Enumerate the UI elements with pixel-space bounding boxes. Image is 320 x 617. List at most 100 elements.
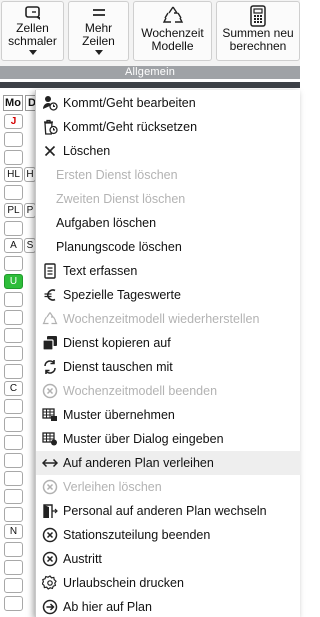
circle-arrow-right-icon bbox=[40, 597, 60, 617]
grid-cell[interactable] bbox=[4, 310, 23, 325]
menu-item-label: Wochenzeitmodell beenden bbox=[63, 384, 218, 398]
grid-cell[interactable] bbox=[4, 596, 23, 611]
menu-item-reset-in-out[interactable]: Kommt/Geht rücksetzen bbox=[36, 115, 301, 139]
grid-cell[interactable] bbox=[4, 489, 23, 504]
menu-item-delete-first-shift[interactable]: Ersten Dienst löschen bbox=[36, 163, 301, 187]
grid-cell[interactable] bbox=[4, 471, 23, 486]
grid-cell[interactable]: A bbox=[4, 238, 23, 253]
divider bbox=[0, 82, 300, 88]
column-header-mo: Mo bbox=[3, 95, 23, 111]
menu-item-label: Urlaubschein drucken bbox=[63, 576, 184, 590]
menu-item-print-leave-form[interactable]: Urlaubschein drucken bbox=[36, 571, 301, 595]
toolbar-group-bar: Allgemein bbox=[0, 66, 300, 79]
circle-x-icon bbox=[40, 549, 60, 569]
menu-item-apply-pattern[interactable]: Muster übernehmen bbox=[36, 403, 301, 427]
grid-cell[interactable] bbox=[4, 185, 23, 200]
grid-cell[interactable] bbox=[4, 364, 23, 379]
chevron-down-icon bbox=[94, 50, 103, 55]
menu-item-label: Ab hier auf Plan bbox=[63, 600, 152, 614]
menu-item-delete-second-shift[interactable]: Zweiten Dienst löschen bbox=[36, 187, 301, 211]
narrow-cells-button[interactable]: Zellen schmaler bbox=[1, 1, 64, 61]
menu-item-edit-in-out[interactable]: Kommt/Geht bearbeiten bbox=[36, 91, 301, 115]
narrow-cells-icon bbox=[23, 4, 43, 22]
swap-icon bbox=[40, 357, 60, 377]
grid-cell[interactable] bbox=[4, 132, 23, 147]
grid-cell[interactable] bbox=[4, 578, 23, 593]
menu-item-enter-text[interactable]: Text erfassen bbox=[36, 259, 301, 283]
grid-cell[interactable] bbox=[4, 346, 23, 361]
circle-x-icon bbox=[40, 381, 60, 401]
grid-cell[interactable]: PL bbox=[4, 203, 23, 218]
menu-item-label: Ersten Dienst löschen bbox=[56, 168, 178, 182]
pattern-dialog-icon bbox=[40, 429, 60, 449]
grid-cell[interactable] bbox=[4, 328, 23, 343]
menu-item-label: Kommt/Geht bearbeiten bbox=[63, 96, 196, 110]
grid-cell[interactable]: HL bbox=[4, 167, 23, 182]
circle-x-icon bbox=[40, 477, 60, 497]
ribbon-toolbar: Zellen schmaler Mehr Zeilen Wochenzeit M… bbox=[0, 0, 300, 66]
week-time-models-label-2: Modelle bbox=[151, 39, 194, 53]
menu-item-label: Dienst kopieren auf bbox=[63, 336, 171, 350]
menu-item-delete-planning-code[interactable]: Planungscode löschen bbox=[36, 235, 301, 259]
grid-cell[interactable] bbox=[4, 542, 23, 557]
recycle-icon bbox=[40, 309, 60, 329]
grid-cell[interactable]: N bbox=[4, 524, 23, 539]
menu-item-copy-shift[interactable]: Dienst kopieren auf bbox=[36, 331, 301, 355]
more-rows-button[interactable]: Mehr Zeilen bbox=[68, 1, 129, 61]
menu-item-exit[interactable]: Austritt bbox=[36, 547, 301, 571]
gear-badge-icon bbox=[40, 573, 60, 593]
week-time-models-button[interactable]: Wochenzeit Modelle bbox=[133, 1, 212, 61]
close-icon bbox=[40, 141, 60, 161]
grid-cell[interactable] bbox=[4, 150, 23, 165]
narrow-cells-label-2: schmaler bbox=[8, 34, 57, 48]
menu-item-pattern-dialog[interactable]: Muster über Dialog eingeben bbox=[36, 427, 301, 451]
menu-item-special-day-values[interactable]: Spezielle Tageswerte bbox=[36, 283, 301, 307]
more-rows-icon bbox=[91, 4, 107, 22]
grid-cell[interactable] bbox=[4, 507, 23, 522]
recycle-icon bbox=[162, 5, 184, 27]
calculator-icon bbox=[249, 5, 267, 27]
recalculate-sums-button[interactable]: Summen neu berechnen bbox=[216, 1, 300, 61]
arrows-horizontal-icon bbox=[40, 453, 60, 473]
menu-item-label: Verleihen löschen bbox=[63, 480, 162, 494]
menu-item-label: Kommt/Geht rücksetzen bbox=[63, 120, 198, 134]
menu-item-label: Aufgaben löschen bbox=[56, 216, 157, 230]
door-exit-icon bbox=[40, 501, 60, 521]
trash-clock-icon bbox=[40, 117, 60, 137]
menu-item-label: Text erfassen bbox=[63, 264, 138, 278]
grid-cell[interactable] bbox=[4, 399, 23, 414]
grid-cell[interactable] bbox=[4, 453, 23, 468]
menu-item-label: Wochenzeitmodell wiederherstellen bbox=[63, 312, 260, 326]
menu-item-delete-tasks[interactable]: Aufgaben löschen bbox=[36, 211, 301, 235]
grid-cell[interactable]: J bbox=[4, 114, 23, 129]
grid-cell[interactable]: C bbox=[4, 381, 23, 396]
menu-item-label: Zweiten Dienst löschen bbox=[56, 192, 186, 206]
menu-item-delete[interactable]: Löschen bbox=[36, 139, 301, 163]
grid-cell[interactable] bbox=[4, 417, 23, 432]
menu-item-delete-lending[interactable]: Verleihen löschen bbox=[36, 475, 301, 499]
menu-item-label: Auf anderen Plan verleihen bbox=[63, 456, 214, 470]
menu-item-restore-week-model[interactable]: Wochenzeitmodell wiederherstellen bbox=[36, 307, 301, 331]
menu-item-from-here-on-plan[interactable]: Ab hier auf Plan bbox=[36, 595, 301, 617]
menu-item-label: Muster über Dialog eingeben bbox=[63, 432, 224, 446]
grid-cell[interactable] bbox=[4, 256, 23, 271]
grid-cell[interactable] bbox=[4, 292, 23, 307]
menu-item-end-station-assignment[interactable]: Stationszuteilung beenden bbox=[36, 523, 301, 547]
grid-cell[interactable] bbox=[4, 435, 23, 450]
recalculate-sums-label-2: berechnen bbox=[229, 39, 287, 53]
menu-item-lend-to-plan[interactable]: Auf anderen Plan verleihen bbox=[36, 451, 301, 475]
toolbar-group-label: Allgemein bbox=[124, 66, 176, 78]
grid-cell[interactable]: U bbox=[4, 274, 23, 289]
pattern-icon bbox=[40, 405, 60, 425]
menu-item-label: Muster übernehmen bbox=[63, 408, 175, 422]
menu-item-transfer-staff[interactable]: Personal auf anderen Plan wechseln bbox=[36, 499, 301, 523]
menu-item-end-week-model[interactable]: Wochenzeitmodell beenden bbox=[36, 379, 301, 403]
menu-item-label: Stationszuteilung beenden bbox=[63, 528, 211, 542]
grid-cell[interactable] bbox=[4, 560, 23, 575]
menu-item-swap-shift[interactable]: Dienst tauschen mit bbox=[36, 355, 301, 379]
chevron-down-icon bbox=[28, 50, 37, 55]
menu-item-label: Dienst tauschen mit bbox=[63, 360, 173, 374]
grid-cell[interactable] bbox=[4, 221, 23, 236]
user-clock-icon bbox=[40, 93, 60, 113]
menu-item-label: Spezielle Tageswerte bbox=[63, 288, 181, 302]
